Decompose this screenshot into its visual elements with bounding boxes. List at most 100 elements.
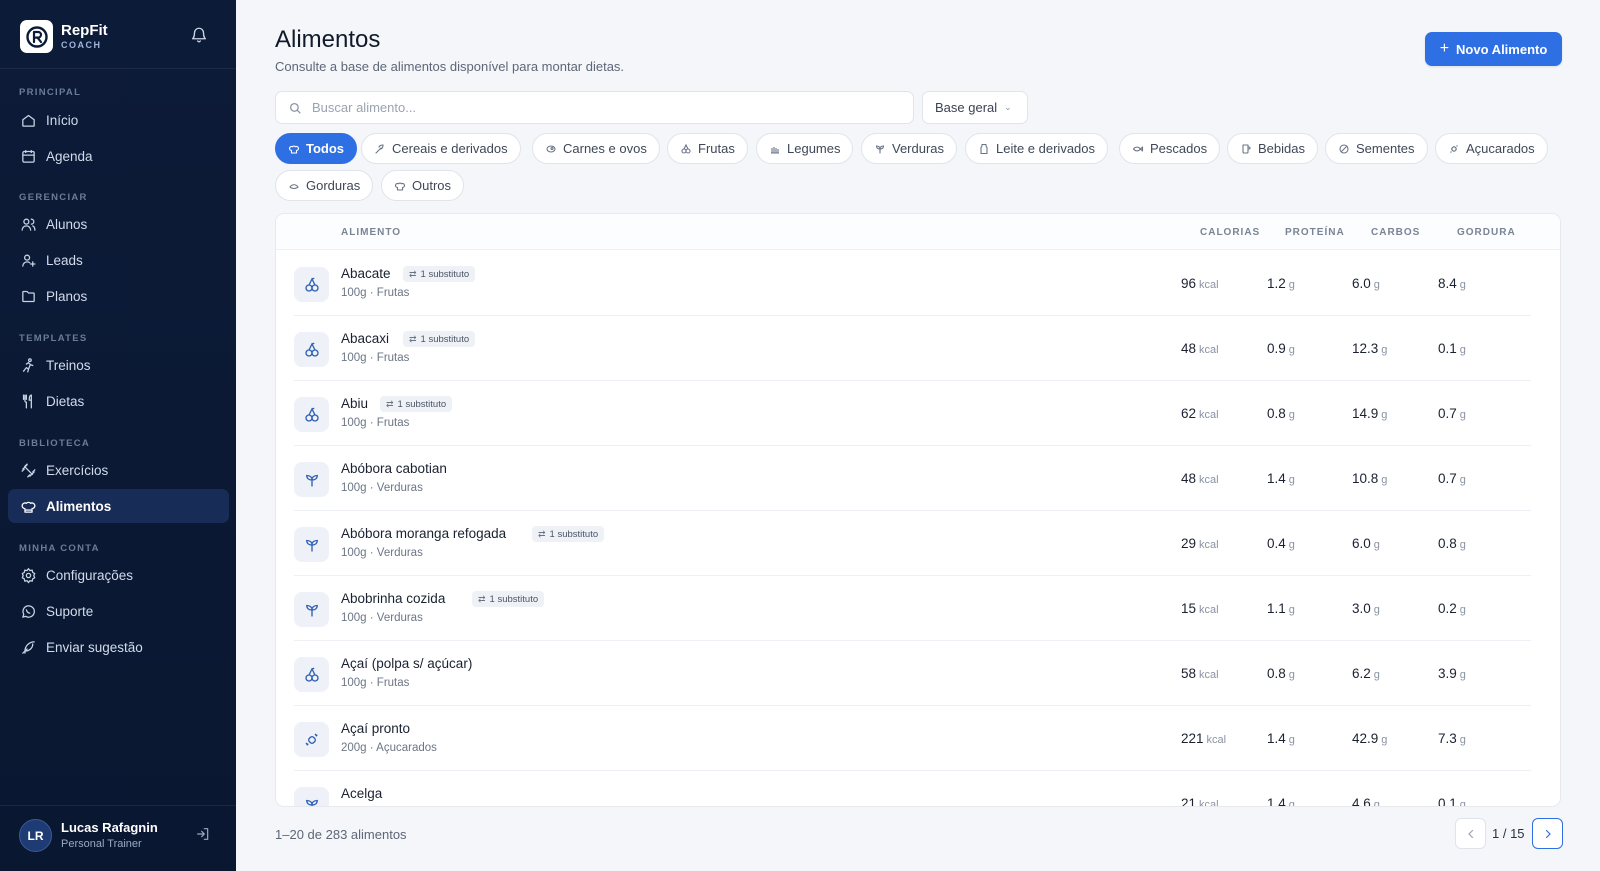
users-icon	[21, 218, 36, 231]
whatsapp-icon	[22, 604, 35, 618]
category-chip-sementes[interactable]: Sementes	[1325, 133, 1428, 164]
category-chip-label: Legumes	[787, 141, 841, 156]
category-chip-gorduras[interactable]: Gorduras	[275, 170, 374, 201]
column-header-calorias[interactable]: CALORIAS	[1200, 227, 1260, 238]
food-meta: 100g · Verduras	[341, 612, 423, 624]
fat-value: 0.1 g	[1438, 796, 1466, 806]
fat-number: 0.8	[1438, 536, 1457, 551]
protein-value: 1.4 g	[1267, 731, 1295, 746]
sidebar-item-agenda[interactable]: Agenda	[8, 139, 229, 173]
table-row[interactable]: Abobrinha cozida ⇄ 1 substituto 100g · Verd…	[294, 576, 1531, 641]
page-subtitle: Consulte a base de alimentos disponível …	[275, 59, 625, 74]
table-row[interactable]: Acelga 21 kcal 1.4 g 4.6 g 0.1 g	[294, 771, 1531, 807]
sidebar-item-enviar-sugestao[interactable]: Enviar sugestão	[8, 630, 229, 664]
column-header-carbos[interactable]: CARBOS	[1371, 227, 1420, 238]
carbs-value: 3.0 g	[1352, 601, 1380, 616]
table-row[interactable]: Abacaxi ⇄ 1 substituto 100g · Frutas 48 kcal 0…	[294, 316, 1531, 381]
new-food-button-label: Novo Alimento	[1456, 41, 1548, 57]
protein-number: 0.4	[1267, 536, 1286, 551]
user-divider	[0, 805, 236, 806]
fat-value: 0.7 g	[1438, 406, 1466, 421]
category-chip-pescados[interactable]: Pescados	[1119, 133, 1221, 164]
calories-number: 96	[1181, 276, 1197, 291]
next-page-button[interactable]	[1532, 818, 1563, 849]
sidebar-item-dietas[interactable]: Dietas	[8, 384, 229, 418]
search-box[interactable]	[275, 91, 914, 124]
category-chip-frutas[interactable]: Frutas	[667, 133, 748, 164]
table-row[interactable]: Açaí (polpa s/ açúcar) 100g · Frutas 58 kca…	[294, 641, 1531, 706]
category-chip-todos[interactable]: Todos	[275, 133, 358, 164]
sidebar-item-treinos[interactable]: Treinos	[8, 348, 229, 382]
category-chip-outros[interactable]: Outros	[381, 170, 465, 201]
protein-number: 1.4	[1267, 731, 1286, 746]
carbs-value: 42.9 g	[1352, 731, 1387, 746]
logout-icon[interactable]	[195, 826, 213, 844]
calories-value: 62 kcal	[1181, 406, 1219, 421]
fat-value: 0.2 g	[1438, 601, 1466, 616]
table-row[interactable]: Açaí pronto 200g · Açucarados 221 kcal 1.4 g 4…	[294, 706, 1531, 771]
food-name: Acelga	[341, 786, 383, 801]
repfit-logo-icon[interactable]	[20, 20, 53, 53]
category-chip-legumes[interactable]: Legumes	[756, 133, 854, 164]
protein-value: 0.9 g	[1267, 341, 1295, 356]
sidebar-item-suporte[interactable]: Suporte	[8, 594, 229, 628]
sidebar-item-configuracoes[interactable]: Configurações	[8, 558, 229, 592]
category-chip-label: Pescados	[1150, 141, 1208, 156]
running-icon	[22, 357, 34, 373]
category-chip-acucarados[interactable]: Açucarados	[1435, 133, 1548, 164]
category-chip-bebidas[interactable]: Bebidas	[1227, 133, 1318, 164]
category-chip-verduras[interactable]: Verduras	[861, 133, 958, 164]
protein-number: 1.4	[1267, 471, 1286, 486]
brand-name: RepFit	[61, 22, 108, 39]
table-header: ALIMENTO CALORIAS PROTEÍNA CARBOS GORDUR…	[276, 214, 1560, 250]
calories-unit: kcal	[1199, 279, 1219, 291]
protein-unit: g	[1288, 474, 1295, 486]
carbs-unit: g	[1381, 344, 1388, 356]
protein-value: 0.8 g	[1267, 666, 1295, 681]
section-label-gerenciar: GERENCIAR	[19, 192, 88, 203]
search-input[interactable]	[312, 100, 892, 115]
calories-number: 48	[1181, 471, 1197, 486]
folder-icon	[22, 290, 35, 302]
base-select[interactable]: Base geral ⌄	[922, 91, 1028, 124]
column-header-alimento[interactable]: ALIMENTO	[341, 227, 401, 238]
category-chip-leite[interactable]: Leite e derivados	[965, 133, 1109, 164]
table-row[interactable]: Abóbora cabotian 100g · Verduras 48 kcal 1.4…	[294, 446, 1531, 511]
protein-value: 1.4 g	[1267, 471, 1295, 486]
table-row[interactable]: Abiu ⇄ 1 substituto 100g · Frutas 62 kcal 0.8 g…	[294, 381, 1531, 446]
protein-value: 0.4 g	[1267, 536, 1295, 551]
table-row[interactable]: Abacate ⇄ 1 substituto 100g · Frutas 96 kcal 1…	[294, 251, 1531, 316]
bell-icon[interactable]	[190, 26, 210, 46]
substitute-badge-label: 1 substituto	[420, 333, 470, 345]
column-header-proteina[interactable]: PROTEÍNA	[1285, 227, 1345, 238]
protein-unit: g	[1288, 799, 1295, 807]
fat-value: 3.9 g	[1438, 666, 1466, 681]
table-row[interactable]: Abóbora moranga refogada ⇄ 1 substituto 100…	[294, 511, 1531, 576]
sidebar-item-leads[interactable]: Leads	[8, 243, 229, 277]
swap-icon: ⇄	[478, 593, 486, 604]
previous-page-button[interactable]	[1455, 818, 1486, 849]
sidebar-item-inicio[interactable]: Início	[8, 103, 229, 137]
avatar[interactable]: LR	[19, 819, 52, 852]
fat-number: 0.7	[1438, 406, 1457, 421]
sidebar-item-label: Enviar sugestão	[46, 639, 143, 655]
sidebar-item-alimentos[interactable]: Alimentos	[8, 489, 229, 523]
new-food-button[interactable]: + Novo Alimento	[1425, 32, 1562, 66]
sidebar-item-label: Alimentos	[46, 498, 112, 514]
section-label-biblioteca: BIBLIOTECA	[19, 438, 91, 449]
calories-number: 58	[1181, 666, 1197, 681]
carbs-unit: g	[1373, 539, 1380, 551]
category-chip-cereais[interactable]: Cereais e derivados	[361, 133, 521, 164]
category-chip-label: Gorduras	[306, 178, 361, 193]
protein-unit: g	[1288, 344, 1295, 356]
category-chip-carnes[interactable]: Carnes e ovos	[532, 133, 660, 164]
sidebar-item-exercicios[interactable]: Exercícios	[8, 453, 229, 487]
section-label-minha-conta: MINHA CONTA	[19, 543, 100, 554]
sidebar-item-planos[interactable]: Planos	[8, 279, 229, 313]
column-header-gordura[interactable]: GORDURA	[1457, 227, 1516, 238]
carbs-number: 10.8	[1352, 471, 1379, 486]
sidebar-item-alunos[interactable]: Alunos	[8, 207, 229, 241]
carbs-unit: g	[1373, 279, 1380, 291]
fat-number: 0.2	[1438, 601, 1457, 616]
calories-value: 48 kcal	[1181, 471, 1219, 486]
